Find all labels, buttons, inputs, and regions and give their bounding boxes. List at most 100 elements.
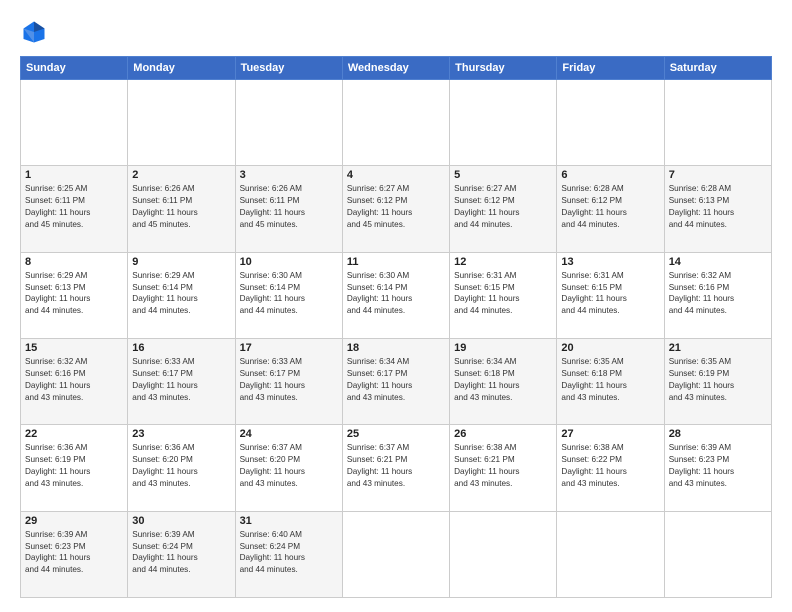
day-number: 13 xyxy=(561,256,659,268)
col-header-saturday: Saturday xyxy=(664,57,771,80)
day-info: Sunrise: 6:34 AMSunset: 6:18 PMDaylight:… xyxy=(454,356,552,404)
day-number: 30 xyxy=(132,515,230,527)
calendar-cell xyxy=(342,80,449,166)
calendar-cell: 13 Sunrise: 6:31 AMSunset: 6:15 PMDayligh… xyxy=(557,252,664,338)
calendar-cell: 20 Sunrise: 6:35 AMSunset: 6:18 PMDayligh… xyxy=(557,338,664,424)
day-number: 31 xyxy=(240,515,338,527)
day-info: Sunrise: 6:30 AMSunset: 6:14 PMDaylight:… xyxy=(240,270,338,318)
calendar-cell xyxy=(450,80,557,166)
calendar-cell xyxy=(557,80,664,166)
calendar-cell xyxy=(235,80,342,166)
calendar-cell: 12Sunrise: 6:31 AMSunset: 6:15 PMDayligh… xyxy=(450,252,557,338)
calendar-cell: 5 Sunrise: 6:27 AMSunset: 6:12 PMDaylight… xyxy=(450,166,557,252)
day-info: Sunrise: 6:39 AMSunset: 6:23 PMDaylight:… xyxy=(669,442,767,490)
day-info: Sunrise: 6:38 AMSunset: 6:22 PMDaylight:… xyxy=(561,442,659,490)
calendar-cell: 3Sunrise: 6:26 AMSunset: 6:11 PMDaylight… xyxy=(235,166,342,252)
day-number: 27 xyxy=(561,428,659,440)
calendar-table: SundayMondayTuesdayWednesdayThursdayFrid… xyxy=(20,56,772,598)
calendar-cell: 4 Sunrise: 6:27 AMSunset: 6:12 PMDaylight… xyxy=(342,166,449,252)
calendar-cell: 21 Sunrise: 6:35 AMSunset: 6:19 PMDayligh… xyxy=(664,338,771,424)
calendar-cell: 18Sunrise: 6:34 AMSunset: 6:17 PMDayligh… xyxy=(342,338,449,424)
day-info: Sunrise: 6:31 AMSunset: 6:15 PMDaylight:… xyxy=(454,270,552,318)
calendar-cell: 15 Sunrise: 6:32 AMSunset: 6:16 PMDayligh… xyxy=(21,338,128,424)
day-number: 10 xyxy=(240,256,338,268)
day-info: Sunrise: 6:38 AMSunset: 6:21 PMDaylight:… xyxy=(454,442,552,490)
calendar-cell: 8 Sunrise: 6:29 AMSunset: 6:13 PMDaylight… xyxy=(21,252,128,338)
calendar-cell: 11Sunrise: 6:30 AMSunset: 6:14 PMDayligh… xyxy=(342,252,449,338)
day-number: 22 xyxy=(25,428,123,440)
day-number: 5 xyxy=(454,169,552,181)
calendar-cell: 27 Sunrise: 6:38 AMSunset: 6:22 PMDayligh… xyxy=(557,425,664,511)
day-number: 11 xyxy=(347,256,445,268)
col-header-thursday: Thursday xyxy=(450,57,557,80)
calendar-cell: 10 Sunrise: 6:30 AMSunset: 6:14 PMDayligh… xyxy=(235,252,342,338)
calendar-cell: 26Sunrise: 6:38 AMSunset: 6:21 PMDayligh… xyxy=(450,425,557,511)
calendar-cell: 31 Sunrise: 6:40 AMSunset: 6:24 PMDayligh… xyxy=(235,511,342,597)
day-number: 29 xyxy=(25,515,123,527)
day-number: 28 xyxy=(669,428,767,440)
calendar-cell xyxy=(342,511,449,597)
col-header-sunday: Sunday xyxy=(21,57,128,80)
calendar-cell: 14Sunrise: 6:32 AMSunset: 6:16 PMDayligh… xyxy=(664,252,771,338)
day-info: Sunrise: 6:26 AMSunset: 6:11 PMDaylight:… xyxy=(240,183,338,231)
calendar-cell: 25 Sunrise: 6:37 AMSunset: 6:21 PMDayligh… xyxy=(342,425,449,511)
calendar-cell: 23 Sunrise: 6:36 AMSunset: 6:20 PMDayligh… xyxy=(128,425,235,511)
calendar-cell: 24 Sunrise: 6:37 AMSunset: 6:20 PMDayligh… xyxy=(235,425,342,511)
day-number: 14 xyxy=(669,256,767,268)
day-number: 18 xyxy=(347,342,445,354)
day-number: 1 xyxy=(25,169,123,181)
day-number: 21 xyxy=(669,342,767,354)
calendar-cell xyxy=(664,511,771,597)
day-info: Sunrise: 6:39 AMSunset: 6:23 PMDaylight:… xyxy=(25,529,123,577)
calendar-cell: 6 Sunrise: 6:28 AMSunset: 6:12 PMDaylight… xyxy=(557,166,664,252)
day-info: Sunrise: 6:35 AMSunset: 6:18 PMDaylight:… xyxy=(561,356,659,404)
day-info: Sunrise: 6:25 AMSunset: 6:11 PMDaylight:… xyxy=(25,183,123,231)
day-info: Sunrise: 6:40 AMSunset: 6:24 PMDaylight:… xyxy=(240,529,338,577)
day-info: Sunrise: 6:33 AMSunset: 6:17 PMDaylight:… xyxy=(132,356,230,404)
day-number: 4 xyxy=(347,169,445,181)
day-info: Sunrise: 6:35 AMSunset: 6:19 PMDaylight:… xyxy=(669,356,767,404)
day-info: Sunrise: 6:27 AMSunset: 6:12 PMDaylight:… xyxy=(454,183,552,231)
calendar-cell: 2Sunrise: 6:26 AMSunset: 6:11 PMDaylight… xyxy=(128,166,235,252)
day-number: 19 xyxy=(454,342,552,354)
day-info: Sunrise: 6:31 AMSunset: 6:15 PMDaylight:… xyxy=(561,270,659,318)
day-number: 7 xyxy=(669,169,767,181)
page: SundayMondayTuesdayWednesdayThursdayFrid… xyxy=(0,0,792,612)
day-number: 23 xyxy=(132,428,230,440)
day-number: 6 xyxy=(561,169,659,181)
calendar-cell xyxy=(450,511,557,597)
calendar-cell xyxy=(21,80,128,166)
day-number: 25 xyxy=(347,428,445,440)
day-info: Sunrise: 6:28 AMSunset: 6:12 PMDaylight:… xyxy=(561,183,659,231)
day-info: Sunrise: 6:29 AMSunset: 6:13 PMDaylight:… xyxy=(25,270,123,318)
day-number: 24 xyxy=(240,428,338,440)
header xyxy=(20,18,772,46)
calendar-cell: 19 Sunrise: 6:34 AMSunset: 6:18 PMDayligh… xyxy=(450,338,557,424)
day-info: Sunrise: 6:29 AMSunset: 6:14 PMDaylight:… xyxy=(132,270,230,318)
day-number: 2 xyxy=(132,169,230,181)
day-info: Sunrise: 6:32 AMSunset: 6:16 PMDaylight:… xyxy=(25,356,123,404)
calendar-cell: 1 Sunrise: 6:25 AMSunset: 6:11 PMDaylight… xyxy=(21,166,128,252)
calendar-cell xyxy=(557,511,664,597)
calendar-cell xyxy=(128,80,235,166)
day-info: Sunrise: 6:36 AMSunset: 6:20 PMDaylight:… xyxy=(132,442,230,490)
day-number: 16 xyxy=(132,342,230,354)
calendar-cell: 17Sunrise: 6:33 AMSunset: 6:17 PMDayligh… xyxy=(235,338,342,424)
day-number: 8 xyxy=(25,256,123,268)
day-number: 15 xyxy=(25,342,123,354)
logo xyxy=(20,18,52,46)
day-number: 17 xyxy=(240,342,338,354)
day-info: Sunrise: 6:39 AMSunset: 6:24 PMDaylight:… xyxy=(132,529,230,577)
day-info: Sunrise: 6:28 AMSunset: 6:13 PMDaylight:… xyxy=(669,183,767,231)
col-header-wednesday: Wednesday xyxy=(342,57,449,80)
day-number: 20 xyxy=(561,342,659,354)
calendar-cell: 30 Sunrise: 6:39 AMSunset: 6:24 PMDayligh… xyxy=(128,511,235,597)
day-info: Sunrise: 6:36 AMSunset: 6:19 PMDaylight:… xyxy=(25,442,123,490)
calendar-cell: 7 Sunrise: 6:28 AMSunset: 6:13 PMDaylight… xyxy=(664,166,771,252)
calendar-cell: 28 Sunrise: 6:39 AMSunset: 6:23 PMDayligh… xyxy=(664,425,771,511)
col-header-monday: Monday xyxy=(128,57,235,80)
day-info: Sunrise: 6:37 AMSunset: 6:20 PMDaylight:… xyxy=(240,442,338,490)
day-info: Sunrise: 6:37 AMSunset: 6:21 PMDaylight:… xyxy=(347,442,445,490)
day-info: Sunrise: 6:27 AMSunset: 6:12 PMDaylight:… xyxy=(347,183,445,231)
col-header-tuesday: Tuesday xyxy=(235,57,342,80)
